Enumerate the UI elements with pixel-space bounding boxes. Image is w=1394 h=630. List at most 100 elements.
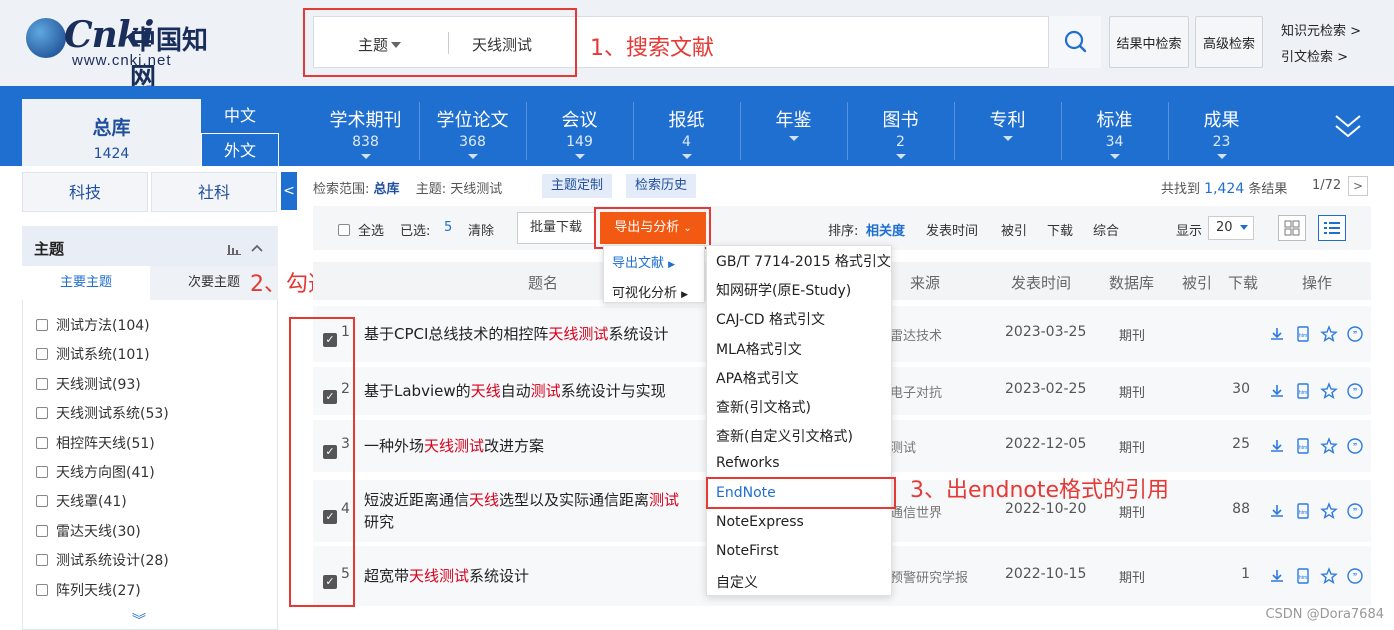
search-history-chip[interactable]: 检索历史 (626, 174, 697, 198)
side-tab-science[interactable]: 科技 (22, 172, 148, 212)
nav-item[interactable]: 年鉴 (740, 106, 847, 141)
citation-format-item[interactable]: NoteFirst (716, 543, 779, 559)
next-page-button[interactable]: > (1348, 176, 1368, 196)
row-source[interactable]: 电子对抗 (890, 382, 942, 401)
sidebar-collapse-button[interactable]: < (281, 172, 297, 210)
row-title[interactable]: 基于CPCI总线技术的相控阵天线测试系统设计 (364, 323, 668, 345)
nav-item[interactable]: 会议 149 (526, 106, 633, 159)
row-title[interactable]: 短波近距离通信天线选型以及实际通信距离测试 研究 (364, 489, 679, 533)
row-cited[interactable]: 25 (1210, 436, 1250, 452)
topic-item[interactable]: 测试系统设计(28) (36, 550, 169, 570)
list-view-button[interactable] (1318, 215, 1346, 241)
topic-more-button[interactable]: ︾ (132, 610, 146, 630)
checkbox-empty[interactable] (36, 377, 48, 390)
row-title[interactable]: 一种外场天线测试改进方案 (364, 435, 544, 457)
citation-format-item[interactable]: 自定义 (716, 572, 758, 592)
html-read-icon[interactable]: htm (1294, 502, 1312, 520)
chevron-up-icon[interactable] (250, 240, 264, 259)
star-icon[interactable] (1320, 325, 1338, 343)
star-icon[interactable] (1320, 437, 1338, 455)
html-read-icon[interactable]: htm (1294, 382, 1312, 400)
chart-bars-icon[interactable] (227, 240, 241, 259)
topic-custom-chip[interactable]: 主题定制 (542, 174, 613, 198)
submenu-visual-analysis[interactable]: 可视化分析 ▶ (612, 282, 688, 301)
citation-format-item[interactable]: NoteExpress (716, 514, 804, 530)
citation-format-item[interactable]: Refworks (716, 455, 780, 471)
bulk-download-button[interactable]: 批量下载 (517, 212, 595, 244)
grid-view-button[interactable] (1278, 215, 1306, 241)
nav-expand-button[interactable] (1334, 110, 1362, 146)
sort-cited[interactable]: 被引 (1001, 220, 1027, 239)
select-all-checkbox[interactable]: 全选 (338, 220, 384, 239)
citation-format-item[interactable]: 查新(自定义引文格式) (716, 426, 853, 446)
download-icon[interactable] (1268, 325, 1286, 343)
citation-search-link[interactable]: 引文检索 > (1281, 46, 1348, 65)
topic-tab-main[interactable]: 主要主题 (22, 266, 150, 300)
side-tab-social[interactable]: 社科 (151, 172, 277, 212)
checkbox-empty[interactable] (36, 495, 48, 508)
checkbox-empty[interactable] (36, 583, 48, 596)
citation-format-item[interactable]: APA格式引文 (716, 368, 799, 388)
row-cited[interactable]: 88 (1210, 501, 1250, 517)
sort-date[interactable]: 发表时间 (926, 220, 978, 239)
scope-value[interactable]: 总库 (374, 182, 400, 197)
topic-item[interactable]: 雷达天线(30) (36, 521, 141, 541)
knowledge-search-link[interactable]: 知识元检索 > (1281, 20, 1361, 39)
star-icon[interactable] (1320, 502, 1338, 520)
nav-item[interactable]: 报纸 4 (633, 106, 740, 159)
row-source[interactable]: 雷达技术 (890, 325, 942, 344)
checkbox-empty[interactable] (338, 223, 350, 236)
citation-format-item[interactable]: CAJ-CD 格式引文 (716, 309, 825, 329)
search-in-results-button[interactable]: 结果中检索 (1109, 16, 1189, 68)
sort-relevance[interactable]: 相关度 (866, 220, 905, 239)
checkbox-empty[interactable] (36, 554, 48, 567)
submenu-export-refs[interactable]: 导出文献 ▶ (612, 252, 675, 271)
row-source[interactable]: 通信世界 (890, 502, 942, 521)
quote-icon[interactable]: ” (1346, 502, 1364, 520)
topic-item[interactable]: 天线方向图(41) (36, 462, 155, 482)
checkbox-empty[interactable] (36, 524, 48, 537)
advanced-search-button[interactable]: 高级检索 (1195, 16, 1263, 68)
quote-icon[interactable]: ” (1346, 567, 1364, 585)
nav-item[interactable]: 图书 2 (847, 106, 954, 159)
clear-selection-link[interactable]: 清除 (468, 220, 494, 239)
checkbox-empty[interactable] (36, 319, 48, 331)
download-icon[interactable] (1268, 437, 1286, 455)
sort-download[interactable]: 下载 (1047, 220, 1073, 239)
checkbox-empty[interactable] (36, 407, 48, 420)
download-icon[interactable] (1268, 502, 1286, 520)
nav-item[interactable]: 标准 34 (1061, 106, 1168, 159)
row-title[interactable]: 基于Labview的天线自动测试系统设计与实现 (364, 380, 666, 402)
nav-item[interactable]: 学术期刊 838 (312, 106, 419, 159)
row-cited[interactable]: 30 (1210, 381, 1250, 397)
topic-item[interactable]: 测试方法(104) (36, 315, 150, 335)
quote-icon[interactable]: ” (1346, 325, 1364, 343)
html-read-icon[interactable]: htm (1294, 567, 1312, 585)
html-read-icon[interactable]: htm (1294, 325, 1312, 343)
topic-item[interactable]: 相控阵天线(51) (36, 433, 155, 453)
citation-format-item[interactable]: GB/T 7714-2015 格式引文 (716, 251, 891, 271)
search-button[interactable] (1048, 16, 1101, 68)
page-size-select[interactable]: 20 (1208, 216, 1254, 240)
row-cited[interactable]: 1 (1210, 566, 1250, 582)
checkbox-empty[interactable] (36, 436, 48, 449)
citation-format-item[interactable]: MLA格式引文 (716, 339, 802, 359)
citation-format-item[interactable]: 知网研学(原E-Study) (716, 280, 851, 300)
quote-icon[interactable]: ” (1346, 437, 1364, 455)
download-icon[interactable] (1268, 567, 1286, 585)
cnki-logo[interactable]: Cnki 中国知网 www.cnki.net (26, 14, 231, 93)
lang-foreign-tab[interactable]: 外文 (201, 133, 279, 166)
citation-format-item[interactable]: 查新(引文格式) (716, 397, 811, 417)
nav-item[interactable]: 专利 (954, 106, 1061, 141)
nav-item[interactable]: 成果 23 (1168, 106, 1275, 159)
row-source[interactable]: 测试 (890, 437, 916, 456)
star-icon[interactable] (1320, 567, 1338, 585)
star-icon[interactable] (1320, 382, 1338, 400)
html-read-icon[interactable]: htm (1294, 437, 1312, 455)
checkbox-empty[interactable] (36, 466, 48, 478)
nav-total-library[interactable]: 总库 1424 (22, 99, 201, 166)
lang-chinese-tab[interactable]: 中文 (201, 99, 279, 133)
sort-overall[interactable]: 综合 (1093, 220, 1119, 239)
download-icon[interactable] (1268, 382, 1286, 400)
topic-item[interactable]: 测试系统(101) (36, 344, 150, 364)
